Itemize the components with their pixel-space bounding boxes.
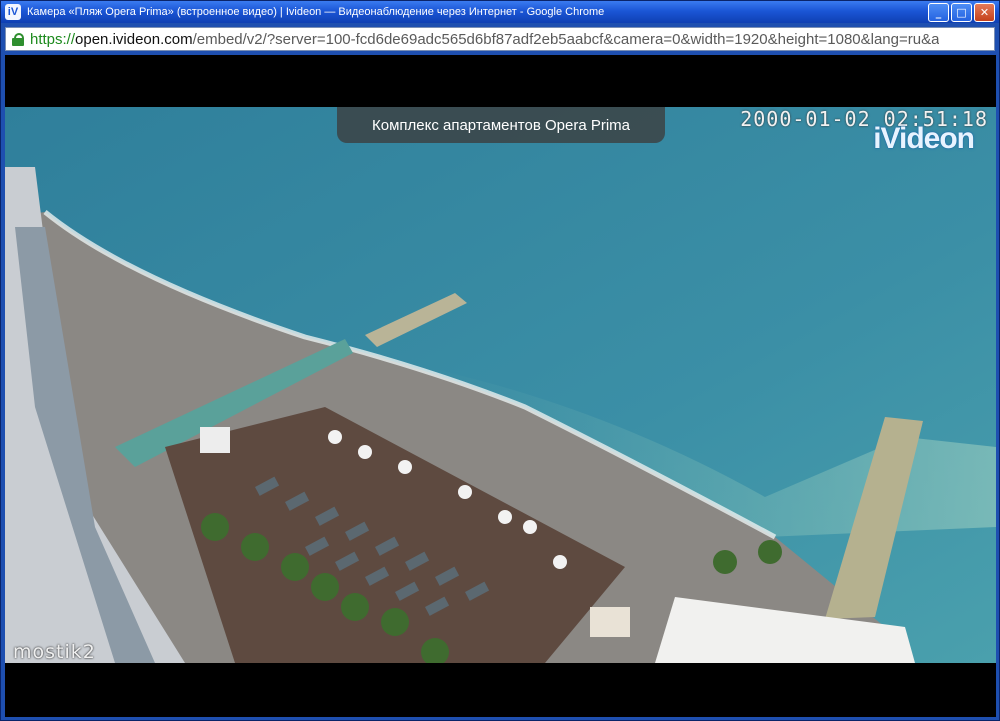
ivideon-logo: iVideon	[873, 122, 975, 155]
window-title: Камера «Пляж Opera Prima» (встроенное ви…	[27, 6, 605, 18]
camera-video-frame[interactable]	[5, 107, 996, 663]
url-path: /embed/v2/?server=100-fcd6de69adc565d6bf…	[192, 30, 940, 48]
maximize-button[interactable]: □	[951, 2, 972, 22]
lock-icon	[12, 33, 24, 46]
close-button[interactable]: ✕	[974, 2, 995, 22]
beach-scene	[5, 107, 996, 663]
url-host: open.ivideon.com	[75, 30, 193, 48]
kiosk	[590, 607, 630, 637]
window-controls: _ □ ✕	[928, 2, 995, 22]
url-scheme: https://	[30, 30, 76, 48]
ivideon-app-icon: iV	[5, 4, 21, 20]
url-text[interactable]: https://open.ivideon.com/embed/v2/?serve…	[30, 31, 939, 48]
minimize-button[interactable]: _	[928, 2, 949, 22]
minimize-icon: _	[935, 5, 942, 19]
address-bar[interactable]: https://open.ivideon.com/embed/v2/?serve…	[5, 27, 995, 51]
video-player[interactable]: Комплекс апартаментов Opera Prima 2000-0…	[5, 55, 996, 717]
browser-window: iV Камера «Пляж Opera Prima» (встроенное…	[0, 0, 1000, 721]
close-icon: ✕	[979, 5, 990, 19]
camera-name-label: mostik2	[13, 641, 96, 663]
maximize-icon: □	[956, 5, 967, 19]
title-bar[interactable]: iV Камера «Пляж Opera Prima» (встроенное…	[1, 1, 999, 23]
camera-caption: Комплекс апартаментов Opera Prima	[337, 107, 665, 143]
